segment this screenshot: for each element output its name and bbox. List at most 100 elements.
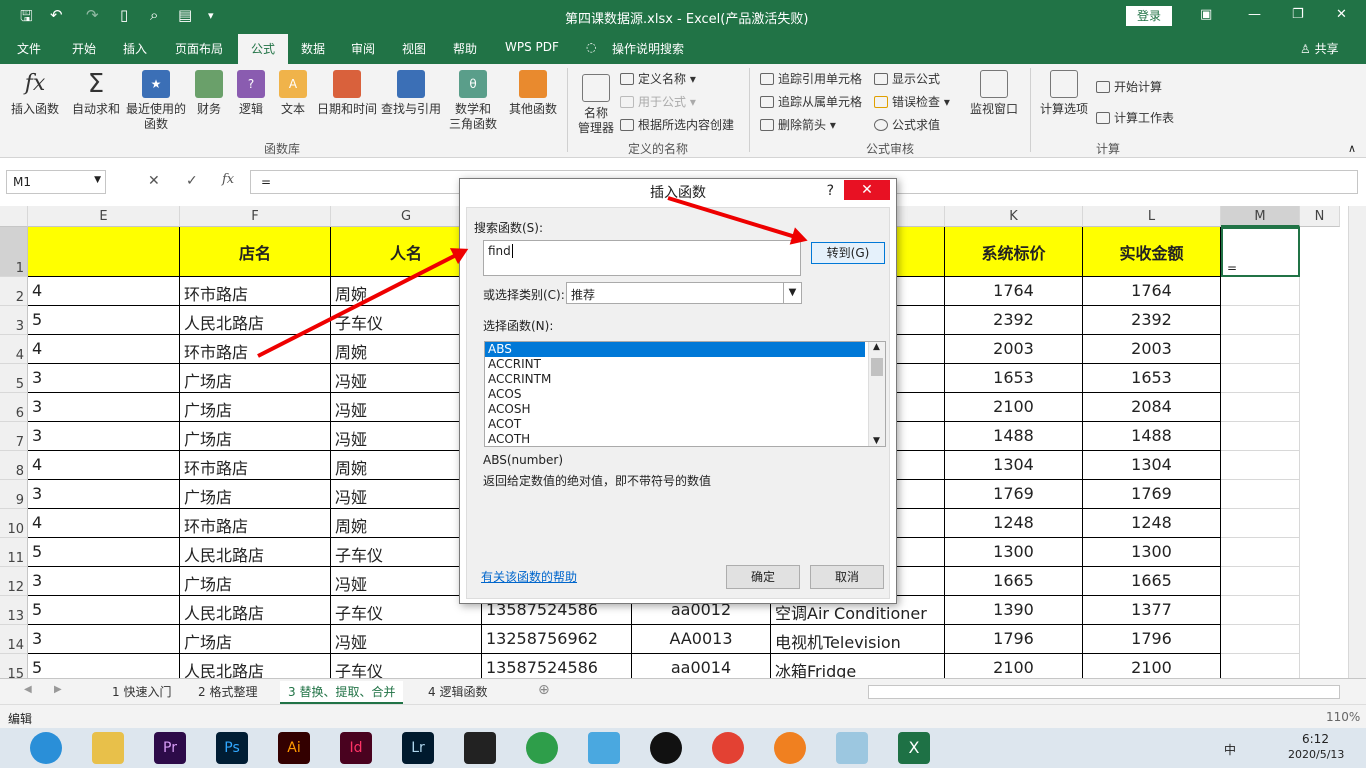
cell[interactable]: 3 xyxy=(28,364,180,393)
cell[interactable]: 2100 xyxy=(1083,654,1221,678)
share-button[interactable]: ♙ 共享 xyxy=(1300,40,1339,57)
cell[interactable] xyxy=(28,227,180,277)
scroll-thumb[interactable] xyxy=(871,358,883,376)
column-header[interactable]: E xyxy=(28,206,180,227)
row-header[interactable]: 1 xyxy=(0,227,28,277)
cell[interactable]: 环市路店 xyxy=(180,277,331,306)
text-button[interactable]: A 文本 xyxy=(276,70,310,117)
illustrator-icon[interactable]: Ai xyxy=(278,732,310,764)
tab-data[interactable]: 数据 xyxy=(301,40,325,57)
undo-icon[interactable]: ↶ xyxy=(50,6,63,24)
remove-arrows-button[interactable]: 删除箭头 ▾ xyxy=(760,116,836,133)
column-header[interactable]: K xyxy=(945,206,1083,227)
ok-button[interactable]: 确定 xyxy=(726,565,800,589)
cell[interactable]: 1304 xyxy=(1083,451,1221,480)
use-in-formula-button[interactable]: 用于公式 ▾ xyxy=(620,93,696,110)
cell[interactable]: 13258756962 xyxy=(482,625,632,654)
function-list-item[interactable]: ACCRINTM xyxy=(485,372,885,387)
cell[interactable]: 系统标价 xyxy=(945,227,1083,277)
cell[interactable]: 3 xyxy=(28,480,180,509)
active-cell[interactable]: = xyxy=(1221,227,1300,277)
row-header[interactable]: 4 xyxy=(0,335,28,364)
app-icon[interactable] xyxy=(526,732,558,764)
show-formulas-button[interactable]: 显示公式 xyxy=(874,70,940,87)
row-header[interactable]: 7 xyxy=(0,422,28,451)
cell[interactable]: 广场店 xyxy=(180,567,331,596)
cell[interactable] xyxy=(1221,596,1300,625)
cell[interactable]: 1248 xyxy=(1083,509,1221,538)
function-list[interactable]: ABS ACCRINT ACCRINTM ACOS ACOSH ACOT ACOTH ▲ ▼ xyxy=(484,341,886,447)
category-select[interactable]: 推荐 ▼ xyxy=(566,282,802,304)
cell[interactable]: 1300 xyxy=(1083,538,1221,567)
cell[interactable]: 1300 xyxy=(945,538,1083,567)
row-header[interactable]: 10 xyxy=(0,509,28,538)
cell[interactable]: 3 xyxy=(28,567,180,596)
cell[interactable]: 子车仪 xyxy=(331,654,482,678)
select-all-corner[interactable] xyxy=(0,206,28,227)
cell[interactable] xyxy=(1221,393,1300,422)
photoshop-icon[interactable]: Ps xyxy=(216,732,248,764)
cell[interactable]: 3 xyxy=(28,393,180,422)
cell[interactable]: 1653 xyxy=(1083,364,1221,393)
customize-qat-icon[interactable]: ▾ xyxy=(208,9,214,22)
define-name-button[interactable]: 定义名称 ▾ xyxy=(620,70,696,87)
cell[interactable]: 冯娅 xyxy=(331,625,482,654)
scroll-down-icon[interactable]: ▼ xyxy=(873,436,880,446)
tab-page-layout[interactable]: 页面布局 xyxy=(175,40,223,57)
new-file-icon[interactable]: ▯ xyxy=(120,6,128,24)
function-list-scrollbar[interactable]: ▲ ▼ xyxy=(868,342,885,446)
restore-icon[interactable]: ❐ xyxy=(1292,7,1304,22)
cell[interactable]: 2003 xyxy=(945,335,1083,364)
cell[interactable] xyxy=(1221,654,1300,678)
save-icon[interactable]: 🖫 xyxy=(20,6,33,31)
close-icon[interactable]: ✕ xyxy=(1336,7,1347,22)
function-list-item[interactable]: ACOSH xyxy=(485,402,885,417)
evaluate-formula-button[interactable]: 公式求值 xyxy=(874,116,940,133)
column-header[interactable]: M xyxy=(1221,206,1300,227)
cell[interactable]: 3 xyxy=(28,422,180,451)
cell[interactable]: 实收金额 xyxy=(1083,227,1221,277)
start-icon[interactable] xyxy=(30,732,62,764)
sheet-tab[interactable]: 4 逻辑函数 xyxy=(420,681,495,702)
row-header[interactable]: 14 xyxy=(0,625,28,654)
tab-file[interactable]: 文件 xyxy=(17,40,41,57)
dialog-close-button[interactable]: ✕ xyxy=(844,180,890,200)
scroll-right-icon[interactable]: ▶ xyxy=(54,684,62,695)
search-function-input[interactable]: find xyxy=(483,240,801,276)
name-box[interactable]: M1 ▼ xyxy=(6,170,106,194)
more-functions-button[interactable]: 其他函数 xyxy=(506,70,560,117)
row-header[interactable]: 6 xyxy=(0,393,28,422)
calculation-options-button[interactable]: 计算选项 xyxy=(1038,70,1090,117)
function-list-item[interactable]: ACOT xyxy=(485,417,885,432)
cell[interactable]: 1769 xyxy=(945,480,1083,509)
trace-precedents-button[interactable]: 追踪引用单元格 xyxy=(760,70,862,87)
row-header[interactable]: 5 xyxy=(0,364,28,393)
excel-icon[interactable]: X xyxy=(898,732,930,764)
cell[interactable] xyxy=(1221,335,1300,364)
tell-me-search[interactable]: 操作说明搜索 xyxy=(612,40,684,57)
cell[interactable]: 5 xyxy=(28,306,180,335)
trace-dependents-button[interactable]: 追踪从属单元格 xyxy=(760,93,862,110)
cancel-button[interactable]: 取消 xyxy=(810,565,884,589)
cell[interactable] xyxy=(1221,277,1300,306)
cell[interactable]: 1764 xyxy=(945,277,1083,306)
math-trig-button[interactable]: θ 数学和 三角函数 xyxy=(444,70,502,132)
tab-insert[interactable]: 插入 xyxy=(123,40,147,57)
cell[interactable]: aa0014 xyxy=(632,654,771,678)
cell[interactable]: 1390 xyxy=(945,596,1083,625)
watch-window-button[interactable]: 监视窗口 xyxy=(966,70,1022,117)
scroll-up-icon[interactable]: ▲ xyxy=(873,342,880,352)
cell[interactable]: 人民北路店 xyxy=(180,654,331,678)
cell[interactable]: 1248 xyxy=(945,509,1083,538)
row-header[interactable]: 12 xyxy=(0,567,28,596)
cell[interactable]: 人民北路店 xyxy=(180,596,331,625)
enter-check-icon[interactable]: ✓ xyxy=(186,173,198,189)
chevron-down-icon[interactable]: ▼ xyxy=(94,175,101,185)
app-icon[interactable] xyxy=(836,732,868,764)
tab-formulas[interactable]: 公式 xyxy=(238,34,289,64)
calculate-sheet-button[interactable]: 计算工作表 xyxy=(1096,109,1174,126)
cell[interactable] xyxy=(1221,567,1300,596)
vertical-scrollbar[interactable] xyxy=(1348,206,1366,678)
go-button[interactable]: 转到(G) xyxy=(811,242,885,264)
autosum-button[interactable]: Σ 自动求和 xyxy=(70,70,122,117)
